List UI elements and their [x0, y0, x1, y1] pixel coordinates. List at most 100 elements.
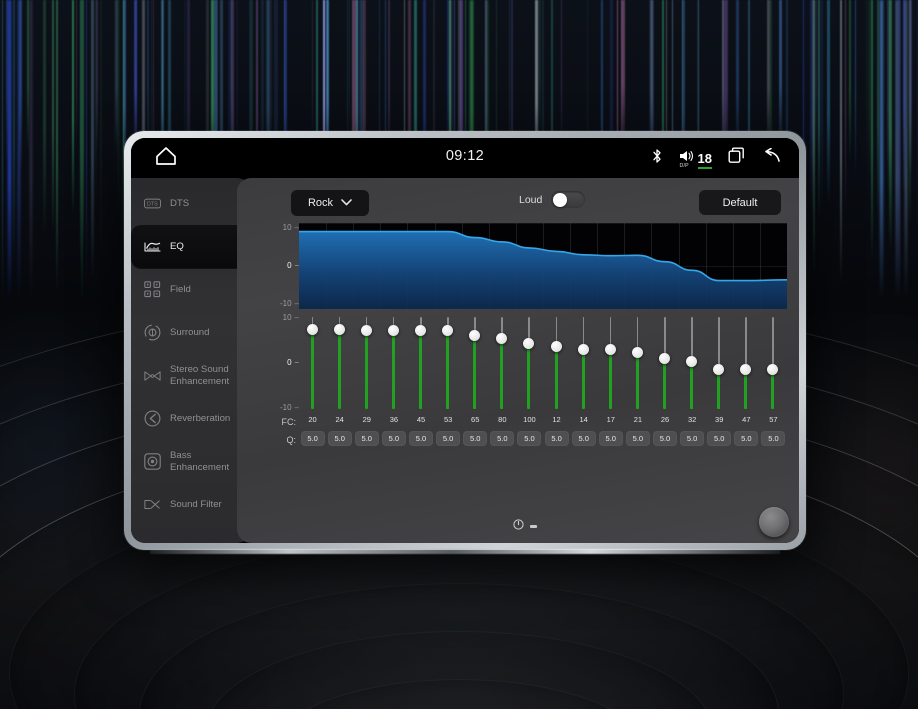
slider-knob[interactable]: [740, 363, 752, 375]
q-value[interactable]: 5.0: [409, 431, 433, 446]
slider-knob[interactable]: [767, 363, 779, 375]
slider-fill: [744, 369, 748, 409]
fc-value: 47: [742, 415, 751, 424]
sidebar-item-field[interactable]: Field: [131, 268, 251, 311]
q-cells: 5.0 5.0 5.0 5.0 5.0 5.0 5.0 5.0 5.0 5.0 5.0 5.0 5.0 5…: [299, 431, 787, 449]
glow-right: [808, 300, 918, 600]
slider-knob[interactable]: [659, 353, 670, 365]
eq-band-slider[interactable]: [387, 313, 400, 413]
reverberation-icon: [144, 410, 161, 427]
fc-value: 39: [715, 415, 724, 424]
eq-band-slider[interactable]: [713, 313, 725, 413]
slider-fill: [690, 361, 694, 409]
slider-knob[interactable]: [686, 356, 698, 368]
slider-knob[interactable]: [306, 324, 318, 336]
eq-footer: [251, 507, 799, 539]
eq-band-slider[interactable]: [306, 313, 319, 413]
back-button[interactable]: [761, 147, 781, 169]
slider-knob[interactable]: [387, 325, 399, 337]
sidebar-item-dts[interactable]: DTS DTS: [131, 182, 251, 225]
sidebar-item-bass-enhancement[interactable]: Bass Enhancement: [131, 440, 251, 483]
q-value[interactable]: 5.0: [653, 431, 677, 446]
q-value[interactable]: 5.0: [598, 431, 623, 446]
volume-button[interactable]: D/P 18: [679, 149, 713, 169]
slider-fill: [364, 330, 368, 409]
slider-knob[interactable]: [360, 324, 372, 336]
eq-band-slider[interactable]: [577, 313, 590, 413]
loudness-control: Loud: [519, 191, 586, 208]
q-value[interactable]: 5.0: [381, 431, 406, 446]
q-value[interactable]: 5.0: [327, 431, 352, 446]
eq-band-slider[interactable]: [767, 313, 779, 413]
q-value[interactable]: 5.0: [436, 431, 461, 446]
sidebar-item-label: DTS: [170, 197, 190, 209]
sidebar-item-stereo-sound-enhancement[interactable]: Stereo Sound Enhancement: [131, 354, 251, 397]
power-indicator[interactable]: [513, 517, 537, 535]
q-value[interactable]: 5.0: [571, 431, 596, 446]
q-value[interactable]: 5.0: [490, 431, 515, 446]
eq-band-slider[interactable]: [415, 313, 427, 413]
eq-band-slider[interactable]: [550, 313, 563, 413]
slider-knob[interactable]: [523, 337, 535, 349]
axis-tick: 10–: [282, 223, 299, 232]
slider-knob[interactable]: [713, 363, 725, 375]
bluetooth-icon: [651, 148, 663, 169]
axis-tick: 10–: [282, 313, 299, 322]
eq-band-slider[interactable]: [686, 313, 698, 413]
slider-fill: [635, 352, 639, 409]
default-button[interactable]: Default: [699, 190, 781, 215]
q-value[interactable]: 5.0: [300, 431, 325, 446]
eq-band-slider[interactable]: [523, 313, 535, 413]
slider-knob[interactable]: [333, 324, 345, 336]
slider-knob[interactable]: [496, 333, 508, 345]
fc-row-label: FC:: [281, 417, 297, 427]
sidebar-item-label: Sound Filter: [170, 498, 222, 510]
eq-band-slider[interactable]: [496, 313, 508, 413]
slider-knob[interactable]: [415, 325, 426, 337]
slider-knob[interactable]: [442, 324, 454, 336]
slider-knob[interactable]: [577, 344, 589, 356]
eq-band-slider[interactable]: [333, 313, 346, 413]
sidebar-item-sound-filter[interactable]: Sound Filter: [131, 483, 251, 526]
eq-band-slider[interactable]: [604, 313, 617, 413]
q-value[interactable]: 5.0: [680, 431, 705, 446]
loudness-toggle[interactable]: [551, 191, 586, 208]
fc-value: 57: [769, 415, 778, 424]
system-icons: D/P 18: [651, 138, 781, 178]
eq-band-slider[interactable]: [442, 313, 454, 413]
q-value[interactable]: 5.0: [354, 431, 379, 446]
sidebar-item-surround[interactable]: Surround: [131, 311, 251, 354]
eq-band-slider[interactable]: [740, 313, 752, 413]
fc-value: 36: [389, 415, 399, 424]
bluetooth-button[interactable]: [651, 148, 663, 169]
q-value[interactable]: 5.0: [707, 431, 732, 446]
fc-value: 53: [443, 415, 453, 424]
slider-knob[interactable]: [631, 347, 643, 359]
q-value[interactable]: 5.0: [463, 431, 488, 446]
scene: 09:12 D/P 18 DTS DTS EQ Field Surround S…: [0, 0, 918, 709]
recents-button[interactable]: [728, 147, 745, 169]
preset-dropdown[interactable]: Rock: [291, 190, 369, 216]
q-value[interactable]: 5.0: [625, 431, 650, 446]
fc-cells: 20 24 29 36 45 53 65 80 100 12 14 17 21 26 32 39 47 57: [299, 413, 787, 431]
fc-row: FC: 20 24 29 36 45 53 65 80 100 12 14 17 21 26 32 39 47 5…: [273, 413, 787, 431]
q-value[interactable]: 5.0: [734, 431, 759, 446]
slider-group: [299, 313, 787, 413]
slider-knob[interactable]: [550, 340, 562, 352]
rotary-knob[interactable]: [759, 507, 789, 537]
eq-band-slider[interactable]: [631, 313, 644, 413]
q-value[interactable]: 5.0: [761, 431, 786, 446]
fc-value: 12: [552, 415, 561, 424]
q-value[interactable]: 5.0: [544, 431, 569, 446]
sidebar-item-eq[interactable]: EQ: [131, 225, 251, 268]
eq-band-slider[interactable]: [659, 313, 671, 413]
fc-value: 17: [606, 415, 615, 424]
q-value[interactable]: 5.0: [517, 431, 542, 446]
tablet-device: 09:12 D/P 18 DTS DTS EQ Field Surround S…: [124, 131, 806, 550]
slider-knob[interactable]: [469, 329, 481, 341]
slider-knob[interactable]: [604, 343, 616, 355]
eq-band-slider[interactable]: [469, 313, 481, 413]
sidebar-item-reverberation[interactable]: Reverberation: [131, 397, 251, 440]
chevron-down-icon: [341, 197, 352, 209]
eq-band-slider[interactable]: [360, 313, 373, 413]
